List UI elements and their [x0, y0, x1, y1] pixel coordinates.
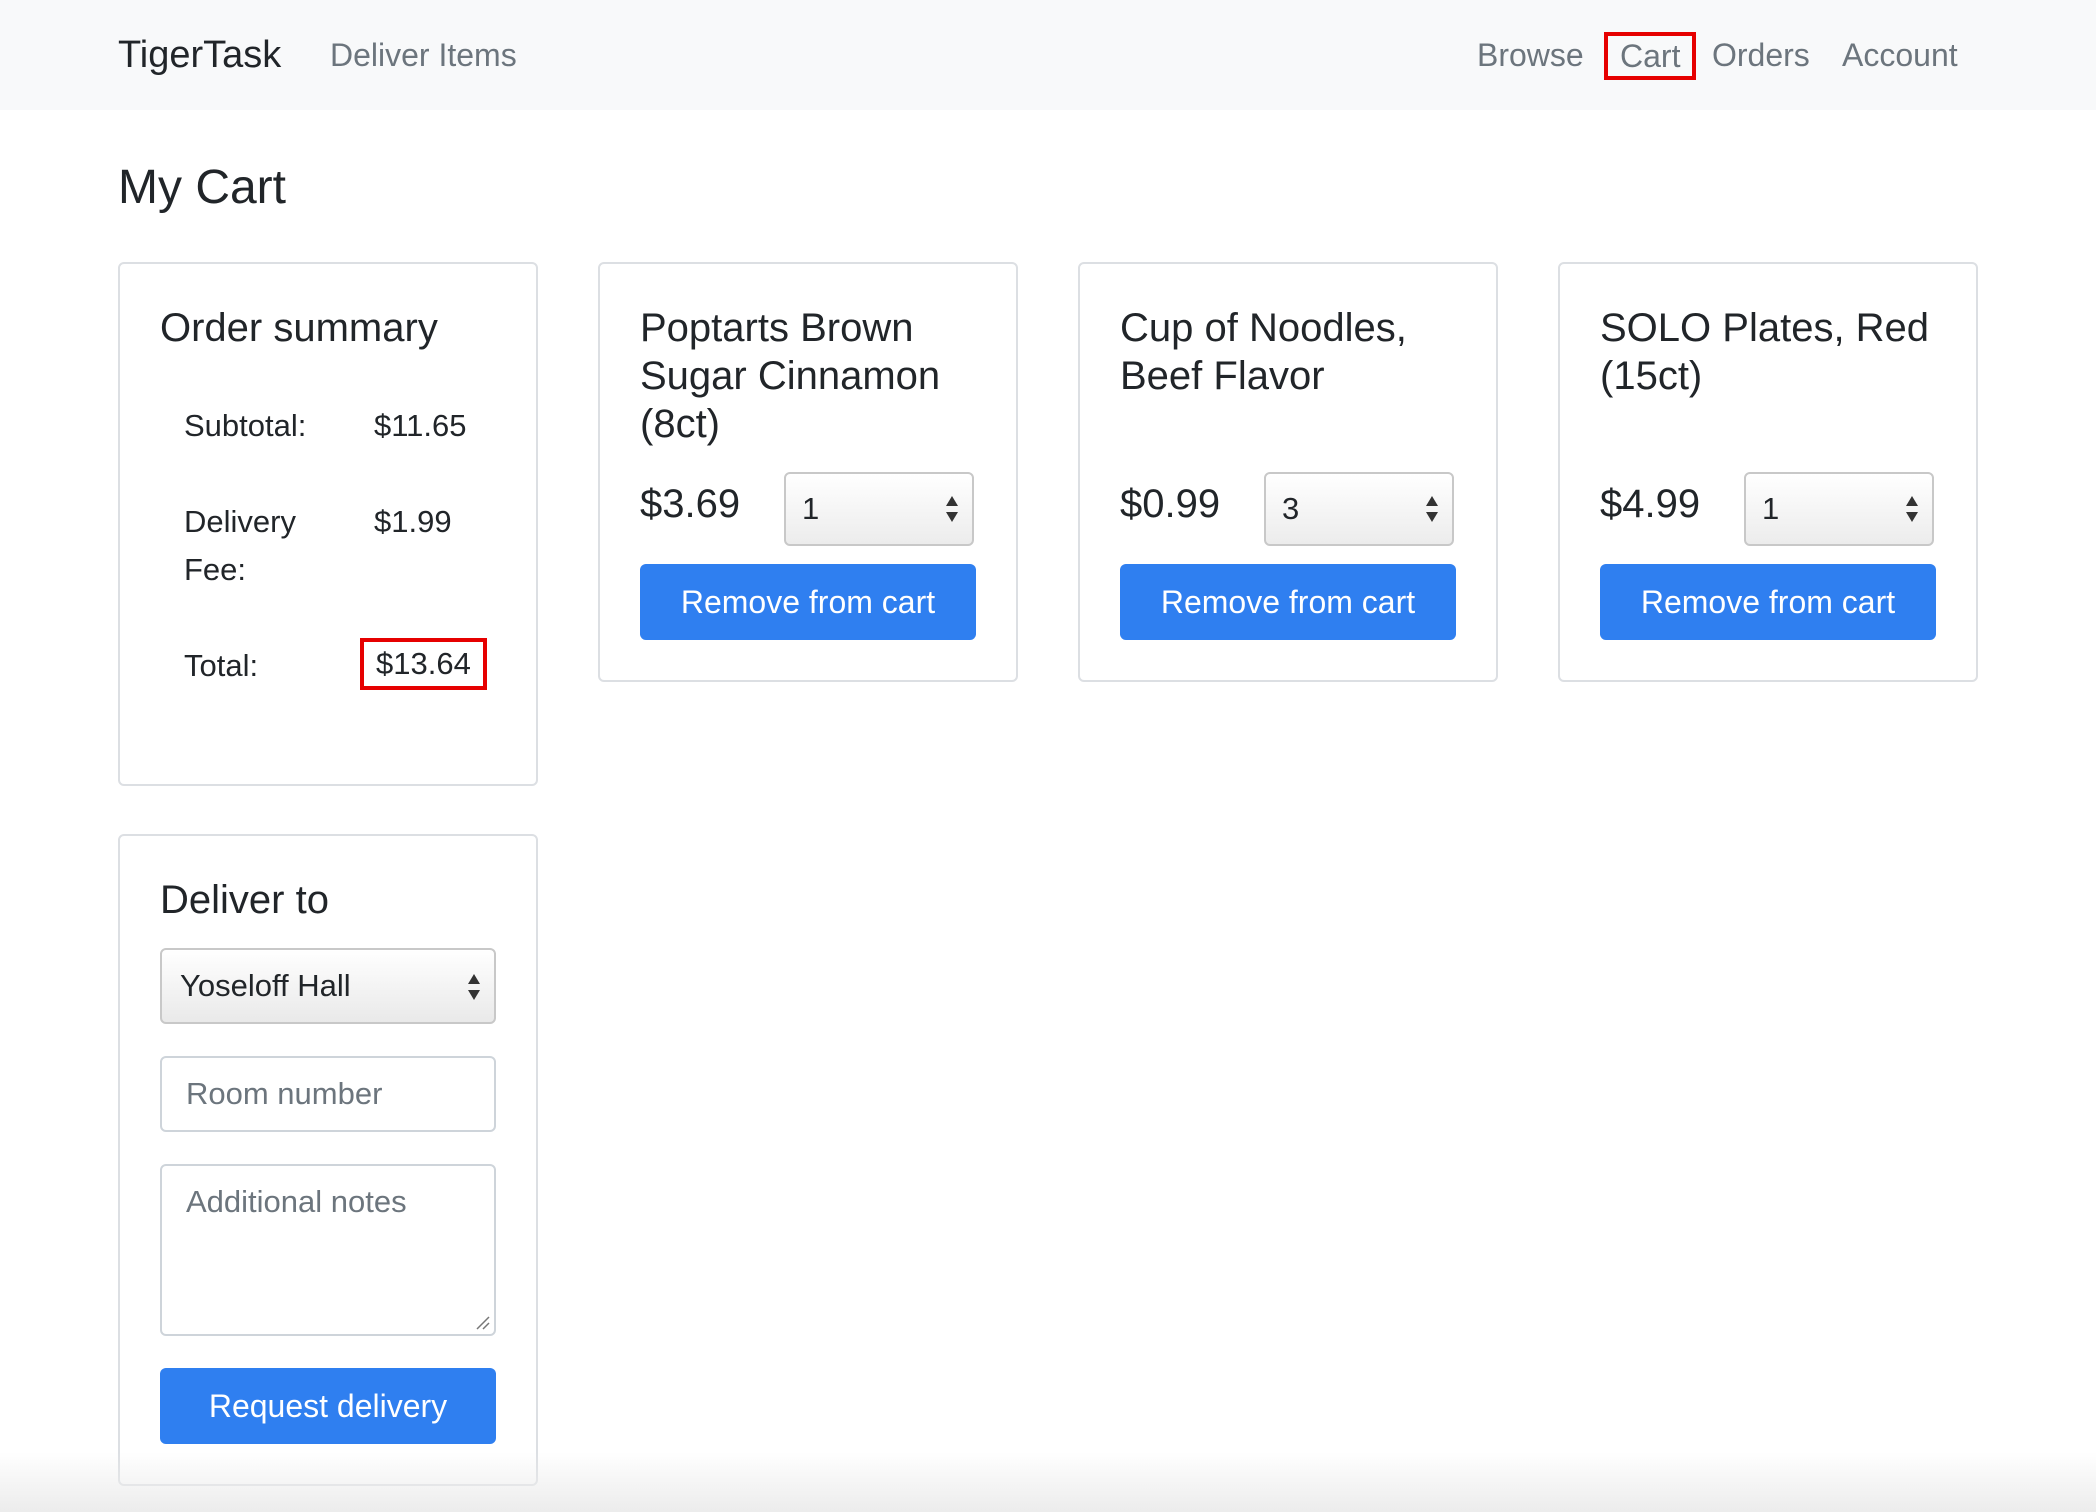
room-number-placeholder: Room number: [186, 1076, 383, 1111]
total-value: $13.64: [360, 638, 487, 690]
additional-notes-textarea[interactable]: Additional notes: [160, 1164, 496, 1336]
select-arrows-icon: [1906, 496, 1918, 522]
nav-browse[interactable]: Browse: [1477, 34, 1584, 76]
nav-account[interactable]: Account: [1842, 34, 1958, 76]
item-price: $0.99: [1120, 482, 1221, 526]
cart-item-card: SOLO Plates, Red (15ct) $4.99 1 Remove f…: [1558, 262, 1978, 682]
bottom-shade: [0, 1452, 2096, 1512]
item-name: Poptarts Brown Sugar Cinnamon (8ct): [640, 306, 941, 446]
total-label: Total:: [184, 648, 259, 683]
remove-from-cart-button[interactable]: Remove from cart: [1120, 564, 1456, 640]
additional-notes-placeholder: Additional notes: [186, 1184, 407, 1219]
order-summary-title: Order summary: [160, 306, 438, 350]
brand-link[interactable]: TigerTask: [118, 31, 281, 79]
remove-from-cart-button[interactable]: Remove from cart: [640, 564, 976, 640]
delivery-fee-value: $1.99: [374, 504, 452, 539]
nav-orders[interactable]: Orders: [1712, 34, 1810, 76]
location-value: Yoseloff Hall: [180, 968, 351, 1003]
page-title: My Cart: [118, 161, 286, 214]
item-name: SOLO Plates, Red (15ct): [1600, 306, 1930, 398]
nav-cart[interactable]: Cart: [1604, 32, 1697, 80]
deliver-to-title: Deliver to: [160, 878, 329, 922]
request-delivery-button[interactable]: Request delivery: [160, 1368, 496, 1444]
quantity-select[interactable]: 3: [1264, 472, 1454, 546]
subtotal-label: Subtotal:: [184, 408, 307, 443]
nav-deliver-items[interactable]: Deliver Items: [330, 34, 517, 76]
quantity-select[interactable]: 1: [784, 472, 974, 546]
quantity-value: 1: [802, 491, 820, 526]
item-price: $3.69: [640, 482, 741, 526]
subtotal-value: $11.65: [374, 408, 467, 443]
top-navbar: TigerTask Deliver Items Browse Cart Orde…: [0, 0, 2096, 110]
quantity-value: 3: [1282, 491, 1300, 526]
resize-grip-icon[interactable]: [474, 1314, 490, 1330]
select-arrows-icon: [468, 974, 480, 1000]
deliver-to-card: Deliver to Yoseloff Hall Room number Add…: [118, 834, 538, 1486]
order-summary-card: Order summary Subtotal: $11.65 Delivery …: [118, 262, 538, 786]
quantity-select[interactable]: 1: [1744, 472, 1934, 546]
quantity-value: 1: [1762, 491, 1780, 526]
room-number-input[interactable]: Room number: [160, 1056, 496, 1132]
cart-item-card: Cup of Noodles, Beef Flavor $0.99 3 Remo…: [1078, 262, 1498, 682]
item-name: Cup of Noodles, Beef Flavor: [1120, 306, 1407, 398]
select-arrows-icon: [946, 496, 958, 522]
cart-item-card: Poptarts Brown Sugar Cinnamon (8ct) $3.6…: [598, 262, 1018, 682]
remove-from-cart-button[interactable]: Remove from cart: [1600, 564, 1936, 640]
select-arrows-icon: [1426, 496, 1438, 522]
location-select[interactable]: Yoseloff Hall: [160, 948, 496, 1024]
item-price: $4.99: [1600, 482, 1701, 526]
delivery-fee-label: Delivery Fee:: [184, 504, 296, 587]
